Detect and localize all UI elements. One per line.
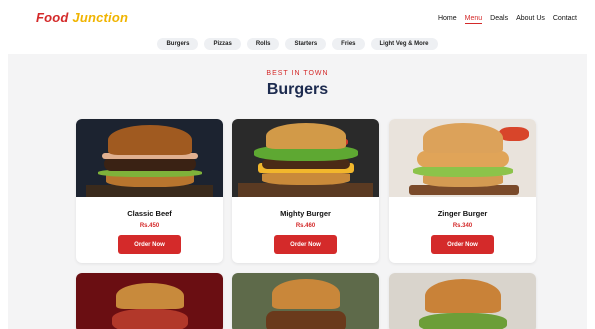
product-card [76, 273, 223, 329]
product-name: Mighty Burger [280, 209, 331, 218]
product-card: Zinger Burger Rs.340 Order Now [389, 119, 536, 263]
product-name: Classic Beef [127, 209, 172, 218]
order-now-button[interactable]: Order Now [118, 235, 181, 254]
nav-home[interactable]: Home [438, 15, 457, 24]
burger-image [389, 273, 536, 329]
brand-logo[interactable]: Food Junction [36, 10, 128, 25]
nav-deals[interactable]: Deals [490, 15, 508, 24]
section-eyebrow: BEST IN TOWN [266, 70, 329, 77]
brand-word-1: Food [36, 10, 69, 25]
category-pill-fries[interactable]: Fries [332, 38, 365, 50]
category-bar: Burgers Pizzas Rolls Starters Fries Ligh… [0, 34, 595, 54]
product-price: Rs.460 [295, 223, 316, 229]
section-title: Burgers [266, 81, 329, 98]
burger-image [232, 273, 379, 329]
product-name: Zinger Burger [437, 209, 488, 218]
product-card: Classic Beef Rs.450 Order Now [76, 119, 223, 263]
nav-about-us[interactable]: About Us [516, 15, 545, 24]
brand-word-2: Junction [72, 10, 129, 25]
product-card: Mighty Burger Rs.460 Order Now [232, 119, 379, 263]
order-now-button[interactable]: Order Now [274, 235, 337, 254]
burgers-section: BEST IN TOWN Burgers Classic Beef Rs.450… [8, 54, 587, 329]
nav-menu[interactable]: Menu [464, 15, 483, 24]
burger-image [389, 119, 536, 197]
product-price: Rs.340 [452, 223, 473, 229]
site-header: Food Junction Home Menu Deals About Us C… [0, 0, 595, 38]
product-card [232, 273, 379, 329]
burger-image [232, 119, 379, 197]
product-card [389, 273, 536, 329]
category-pill-burgers[interactable]: Burgers [157, 38, 199, 50]
category-pill-rolls[interactable]: Rolls [246, 38, 280, 50]
order-now-button[interactable]: Order Now [431, 235, 494, 254]
category-pill-light-veg[interactable]: Light Veg & More [370, 38, 438, 50]
category-pill-pizzas[interactable]: Pizzas [204, 38, 241, 50]
nav-contact[interactable]: Contact [553, 15, 577, 24]
product-price: Rs.450 [139, 223, 160, 229]
main-nav: Home Menu Deals About Us Contact [438, 15, 577, 24]
burger-image [76, 273, 223, 329]
category-pill-starters[interactable]: Starters [285, 38, 327, 50]
burger-image [76, 119, 223, 197]
